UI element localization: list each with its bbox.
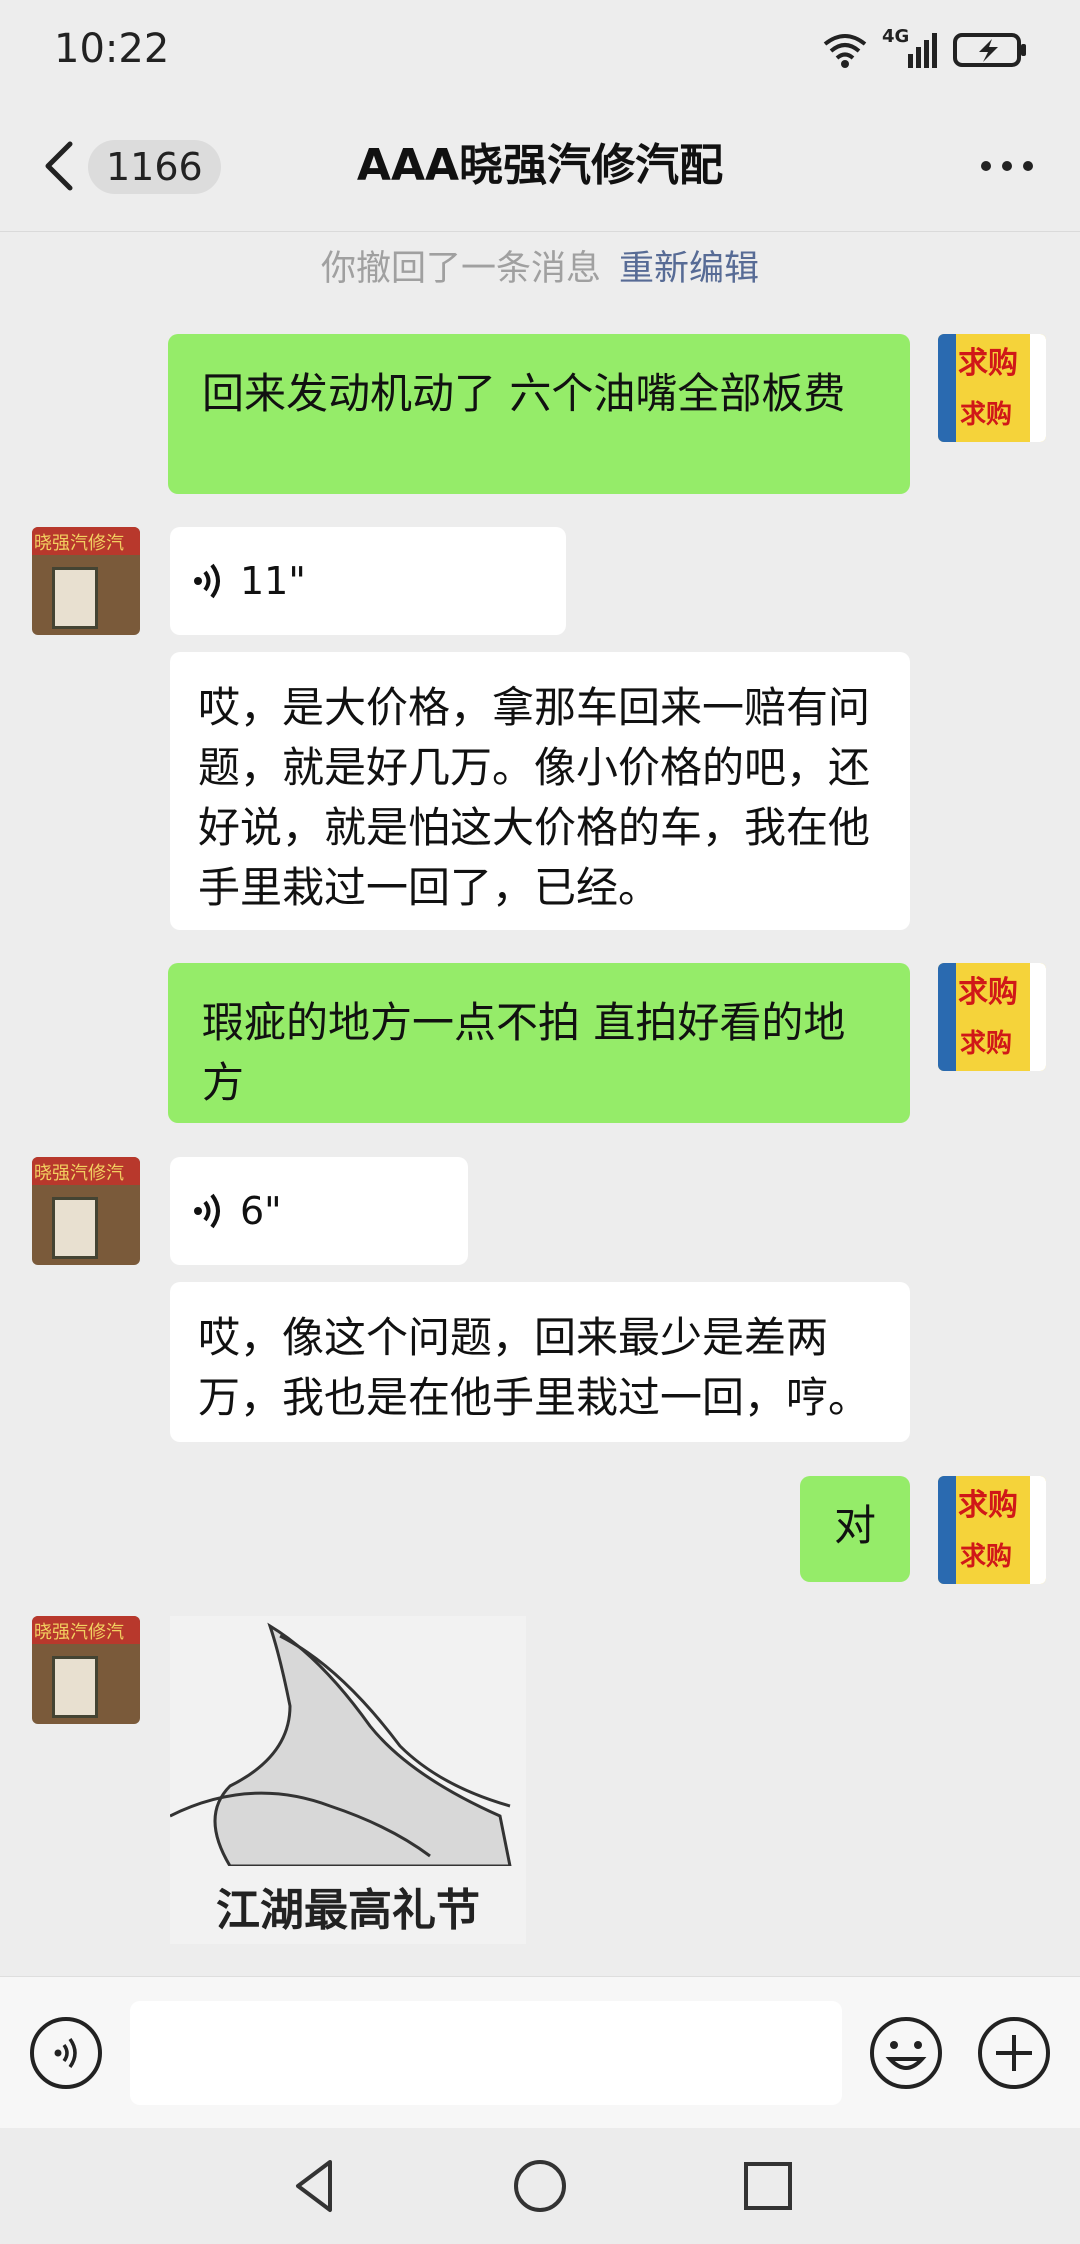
unread-count-badge[interactable]: 1166	[88, 140, 221, 194]
voice-message-bubble[interactable]: 6"	[170, 1157, 468, 1265]
message-text: 哎，像这个问题，回来最少是差两万，我也是在他手里栽过一回，哼。	[198, 1313, 871, 1422]
message-text: 瑕疵的地方一点不拍 直拍好看的地方	[202, 998, 846, 1107]
more-options-icon[interactable]	[980, 160, 1034, 172]
message-text: 哎，是大价格，拿那车回来一赔有问题，就是好几万。像小价格的吧，还好说，就是怕这大…	[198, 683, 871, 912]
message-bubble-mine[interactable]: 瑕疵的地方一点不拍 直拍好看的地方	[168, 963, 910, 1123]
avatar-sign-text: 求购	[958, 1488, 1018, 1523]
recall-notice: 你撤回了一条消息 重新编辑	[0, 243, 1080, 295]
contact-avatar[interactable]: 晓强汽修汽	[32, 527, 140, 635]
message-bubble-mine[interactable]: 对	[800, 1476, 910, 1582]
my-avatar[interactable]: 求购 求购	[938, 334, 1046, 442]
contact-avatar[interactable]: 晓强汽修汽	[32, 1157, 140, 1265]
chat-header: AAA晓强汽修汽配 1166	[0, 100, 1080, 232]
message-bubble-theirs[interactable]: 哎，是大价格，拿那车回来一赔有问题，就是好几万。像小价格的吧，还好说，就是怕这大…	[170, 652, 910, 930]
contact-avatar[interactable]: 晓强汽修汽	[32, 1616, 140, 1724]
avatar-sign-text: 晓强汽修汽	[34, 533, 124, 554]
sticker-caption: 江湖最高礼节	[216, 1885, 480, 1936]
voice-duration: 6"	[240, 1189, 282, 1233]
avatar-sign-text: 求购	[960, 1542, 1013, 1572]
back-arrow-icon[interactable]	[40, 138, 80, 194]
avatar-sign-text: 求购	[960, 1029, 1013, 1059]
voice-input-toggle-icon[interactable]	[28, 2015, 104, 2091]
status-icons: 4G	[822, 26, 1028, 72]
avatar-sign-text: 晓强汽修汽	[34, 1163, 124, 1184]
plus-icon[interactable]	[976, 2015, 1052, 2091]
voice-duration: 11"	[240, 559, 306, 603]
status-bar: 10:22 4G	[0, 0, 1080, 100]
avatar-sign-text: 晓强汽修汽	[34, 1622, 124, 1643]
header-divider	[0, 231, 1080, 232]
voice-wave-icon	[194, 1193, 220, 1229]
nav-recents-icon[interactable]	[736, 2154, 800, 2218]
battery-charging-icon	[953, 33, 1026, 67]
recall-notice-text: 你撤回了一条消息	[320, 249, 601, 289]
avatar-sign-text: 求购	[958, 975, 1018, 1010]
avatar-sign-text: 求购	[960, 400, 1013, 430]
re-edit-link[interactable]: 重新编辑	[619, 249, 759, 289]
voice-message-bubble[interactable]: 11"	[170, 527, 566, 635]
emoji-icon[interactable]	[868, 2015, 944, 2091]
my-avatar[interactable]: 求购 求购	[938, 1476, 1046, 1584]
system-navigation-bar	[0, 2128, 1080, 2244]
voice-wave-icon	[194, 563, 220, 599]
my-avatar[interactable]: 求购 求购	[938, 963, 1046, 1071]
message-text-input[interactable]	[130, 2001, 842, 2105]
nav-home-icon[interactable]	[508, 2154, 572, 2218]
status-time: 10:22	[54, 26, 170, 72]
message-text: 对	[833, 1501, 876, 1550]
nav-back-icon[interactable]	[284, 2154, 348, 2218]
signal-icon: 4G	[882, 26, 938, 70]
avatar-sign-text: 求购	[958, 346, 1018, 381]
sticker-image[interactable]: 江湖最高礼节	[170, 1616, 526, 1944]
message-bubble-theirs[interactable]: 哎，像这个问题，回来最少是差两万，我也是在他手里栽过一回，哼。	[170, 1282, 910, 1442]
message-text: 回来发动机动了 六个油嘴全部板费	[202, 369, 846, 418]
wifi-icon	[823, 34, 867, 68]
message-bubble-mine[interactable]: 回来发动机动了 六个油嘴全部板费	[168, 334, 910, 494]
message-input-bar	[0, 1976, 1080, 2129]
salute-hands-icon	[170, 1622, 512, 1868]
